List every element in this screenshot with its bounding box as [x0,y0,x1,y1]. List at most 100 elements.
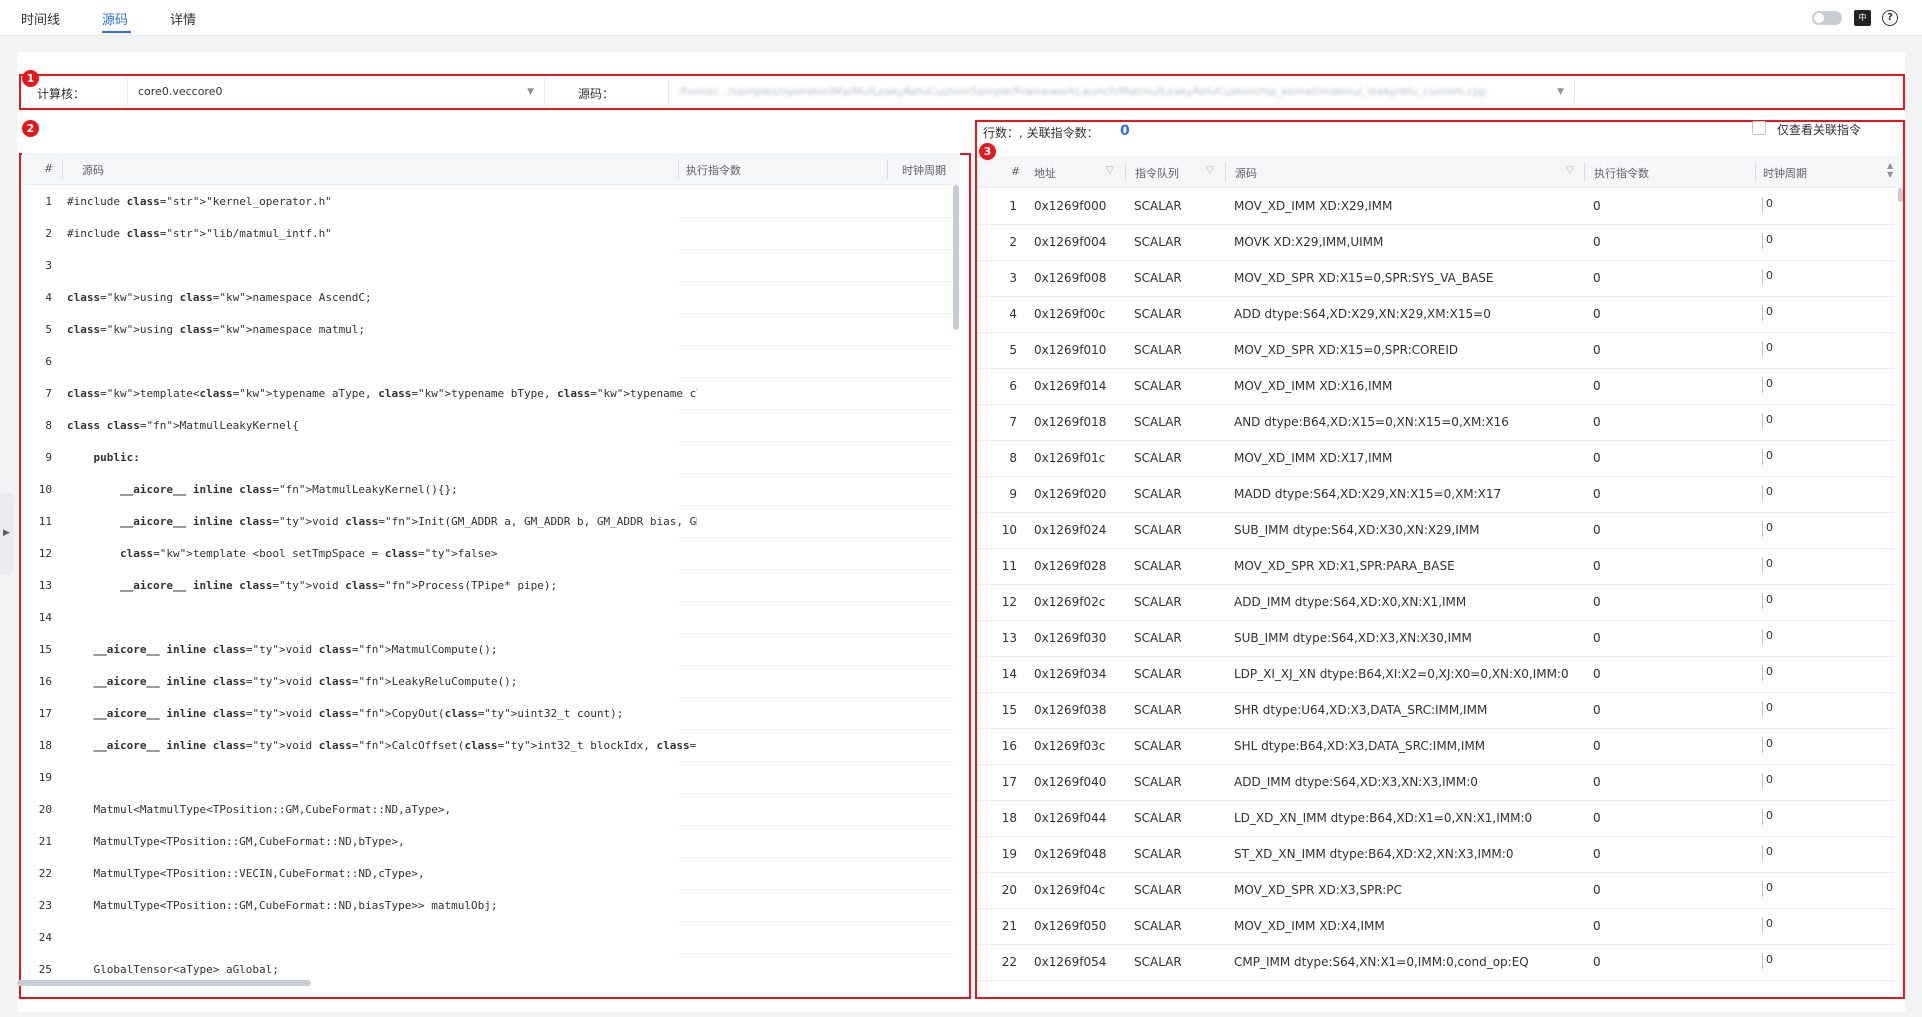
filter-icon[interactable]: ▽ [1206,165,1214,176]
queue-cell: SCALAR [1134,667,1182,681]
sort-icon[interactable]: ▲ ▼ [1887,161,1893,179]
instruction-row[interactable]: 11 0x1269f028 SCALAR MOV_XD_SPR XD:X1,SPR:P… [977,549,1897,585]
instruction-row[interactable]: 9 0x1269f020 SCALAR MADD dtype:S64,XD:X29,X… [977,477,1897,513]
core-select[interactable]: core0.veccore0 ▼ [127,77,545,107]
instruction-row[interactable]: 3 0x1269f008 SCALAR MOV_XD_SPR XD:X15=0,SPR… [977,261,1897,297]
code-line-row[interactable]: 21 MatmulType<TPosition::GM,CubeFormat::… [22,826,954,858]
instruction-row[interactable]: 12 0x1269f02c SCALAR ADD_IMM dtype:S64,XD:X… [977,585,1897,621]
instruction-row[interactable]: 19 0x1269f048 SCALAR ST_XD_XN_IMM dtype:B64… [977,837,1897,873]
code-line-row[interactable]: 24 [22,922,954,954]
code-line-row[interactable]: 7 class="kw">template<class="kw">typename… [22,378,954,410]
filter-icon[interactable]: ▽ [1106,165,1114,176]
exec-count-cell: 0 [1593,307,1601,321]
cycles-cell: 0 [1762,485,1773,501]
row-index: 7 [1009,415,1017,429]
code-line-row[interactable]: 13 __aicore__ inline class="ty">void cla… [22,570,954,602]
instruction-row[interactable]: 1 0x1269f000 SCALAR MOV_XD_IMM XD:X29,IMM 0 0 [977,189,1897,225]
asm-source-cell: AND dtype:B64,XD:X15=0,XN:X15=0,XM:X16 [1234,415,1509,429]
col-index: # [1011,165,1021,178]
instruction-row[interactable]: 17 0x1269f040 SCALAR ADD_IMM dtype:S64,XD:X… [977,765,1897,801]
code-line-row[interactable]: 18 __aicore__ inline class="ty">void cla… [22,730,954,762]
exec-count-cell: 0 [1593,415,1601,429]
sidebar-collapse-handle[interactable]: ▶ [0,493,14,575]
asm-source-cell: SUB_IMM dtype:S64,XD:X30,XN:X29,IMM [1234,523,1480,537]
code-line-row[interactable]: 8 class class="fn">MatmulLeakyKernel{ [22,410,954,442]
queue-cell: SCALAR [1134,343,1182,357]
related-only-label: 仅查看关联指令 [1777,123,1862,137]
code-line-row[interactable]: 19 [22,762,954,794]
instruction-row[interactable]: 6 0x1269f014 SCALAR MOV_XD_IMM XD:X16,IMM 0 0 [977,369,1897,405]
code-line-row[interactable]: 17 __aicore__ inline class="ty">void cla… [22,698,954,730]
col-address[interactable]: 地址 [1034,165,1056,181]
instruction-row[interactable]: 8 0x1269f01c SCALAR MOV_XD_IMM XD:X17,IMM 0 0 [977,441,1897,477]
queue-cell: SCALAR [1134,955,1182,969]
instruction-row[interactable]: 5 0x1269f010 SCALAR MOV_XD_SPR XD:X15=0,SPR… [977,333,1897,369]
code-table-body: 1 #include class="str">"kernel_operator.h… [22,186,954,976]
code-vertical-scrollbar[interactable] [953,185,959,330]
code-line-row[interactable]: 6 [22,346,954,378]
tab-details[interactable]: 详情 [170,9,196,28]
asm-source-cell: SUB_IMM dtype:S64,XD:X3,XN:X30,IMM [1234,631,1472,645]
cycles-cell: 0 [1762,233,1773,249]
toggle-knob [1814,13,1824,23]
instruction-row[interactable]: 18 0x1269f044 SCALAR LD_XD_XN_IMM dtype:B64… [977,801,1897,837]
instruction-row[interactable]: 10 0x1269f024 SCALAR SUB_IMM dtype:S64,XD:X… [977,513,1897,549]
line-number: 24 [38,931,52,944]
code-line-row[interactable]: 22 MatmulType<TPosition::VECIN,CubeForma… [22,858,954,890]
theme-toggle[interactable] [1812,11,1842,25]
instruction-row[interactable]: 13 0x1269f030 SCALAR SUB_IMM dtype:S64,XD:X… [977,621,1897,657]
code-line-row[interactable]: 5 class="kw">using class="kw">namespace m… [22,314,954,346]
col-asm-source[interactable]: 源码 [1235,165,1257,181]
code-line-row[interactable]: 16 __aicore__ inline class="ty">void cla… [22,666,954,698]
instruction-row[interactable]: 7 0x1269f018 SCALAR AND dtype:B64,XD:X15=0,… [977,405,1897,441]
queue-cell: SCALAR [1134,451,1182,465]
code-horizontal-scrollbar[interactable] [17,980,311,986]
asm-source-cell: ADD_IMM dtype:S64,XD:X3,XN:X3,IMM:0 [1234,775,1478,789]
exec-count-cell: 0 [1593,811,1601,825]
instruction-row[interactable]: 15 0x1269f038 SCALAR SHR dtype:U64,XD:X3,DA… [977,693,1897,729]
asm-source-cell: ADD_IMM dtype:S64,XD:X0,XN:X1,IMM [1234,595,1467,609]
instruction-row[interactable]: 21 0x1269f050 SCALAR MOV_XD_IMM XD:X4,IMM 0 0 [977,909,1897,945]
col-cycles[interactable]: 时钟周期 [902,162,946,178]
code-line-row[interactable]: 12 class="kw">template <bool setTmpSpace… [22,538,954,570]
source-file-select[interactable]: /home/.../samples/operator/MatMulLeakyRe… [668,77,1575,107]
col-exec-count[interactable]: 执行指令数 [686,162,741,178]
related-only-checkbox[interactable] [1752,121,1766,135]
code-line-row[interactable]: 23 MatmulType<TPosition::GM,CubeFormat::… [22,890,954,922]
exec-count-cell: 0 [1593,235,1601,249]
instruction-row[interactable]: 20 0x1269f04c SCALAR MOV_XD_SPR XD:X3,SPR:P… [977,873,1897,909]
instruction-row[interactable]: 16 0x1269f03c SCALAR SHL dtype:B64,XD:X3,DA… [977,729,1897,765]
code-line-row[interactable]: 4 class="kw">using class="kw">namespace A… [22,282,954,314]
col-exec-count[interactable]: 执行指令数 [1594,165,1649,181]
language-icon[interactable]: 中 [1854,10,1871,26]
asm-source-cell: LDP_XI_XJ_XN dtype:B64,XI:X2=0,XJ:X0=0,X… [1234,667,1569,681]
queue-cell: SCALAR [1134,739,1182,753]
instruction-row[interactable]: 2 0x1269f004 SCALAR MOVK XD:X29,IMM,UIMM 0 0 [977,225,1897,261]
col-cycles[interactable]: 时钟周期 [1763,165,1807,181]
help-icon[interactable]: ? [1882,10,1898,26]
instruction-row[interactable]: 4 0x1269f00c SCALAR ADD dtype:S64,XD:X29,XN… [977,297,1897,333]
filter-icon[interactable]: ▽ [1566,165,1574,176]
asm-source-cell: LD_XD_XN_IMM dtype:B64,XD:X1=0,XN:X1,IMM… [1234,811,1533,825]
code-line-row[interactable]: 11 __aicore__ inline class="ty">void cla… [22,506,954,538]
code-line-row[interactable]: 14 [22,602,954,634]
code-line-row[interactable]: 10 __aicore__ inline class="fn">MatmulLe… [22,474,954,506]
code-line-row[interactable]: 3 [22,250,954,282]
code-line-row[interactable]: 9 public: [22,442,954,474]
instruction-row[interactable]: 14 0x1269f034 SCALAR LDP_XI_XJ_XN dtype:B64… [977,657,1897,693]
column-divider [678,159,679,179]
tab-source[interactable]: 源码 [102,9,128,28]
instruction-row[interactable]: 22 0x1269f054 SCALAR CMP_IMM dtype:S64,XN:X… [977,945,1897,981]
exec-count-cell: 0 [1593,451,1601,465]
asm-source-cell: MOV_XD_SPR XD:X1,SPR:PARA_BASE [1234,559,1455,573]
code-line-row[interactable]: 20 Matmul<MatmulType<TPosition::GM,CubeF… [22,794,954,826]
code-line-row[interactable]: 15 __aicore__ inline class="ty">void cla… [22,634,954,666]
col-source[interactable]: 源码 [82,162,104,178]
col-queue[interactable]: 指令队列 [1135,165,1179,181]
tab-timeline[interactable]: 时间线 [21,9,60,28]
code-line-row[interactable]: 2 #include class="str">"lib/matmul_intf.h… [22,218,954,250]
code-line-row[interactable]: 25 GlobalTensor<aType> aGlobal; [22,954,954,976]
code-line-row[interactable]: 1 #include class="str">"kernel_operator.h… [22,186,954,218]
instruction-vertical-scrollbar[interactable] [1898,188,1903,202]
code-line-text: public: [93,451,140,464]
